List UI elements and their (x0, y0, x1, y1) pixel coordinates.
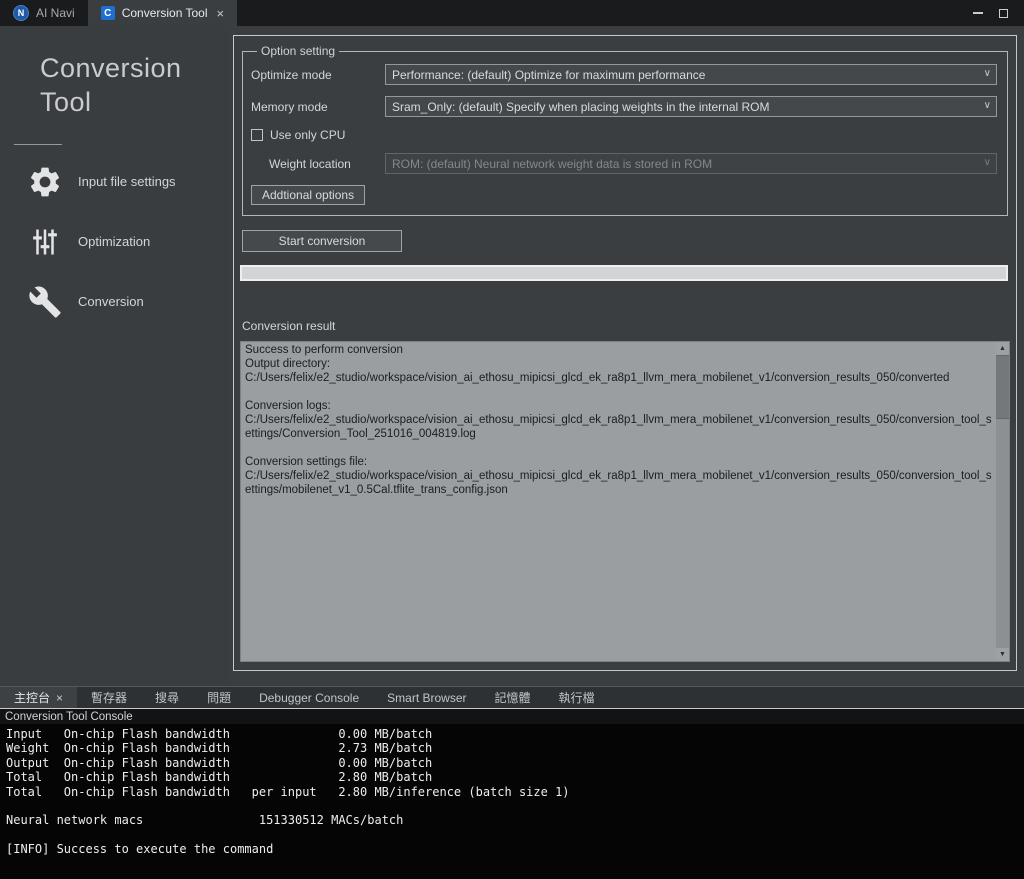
conversion-result-label: Conversion result (242, 319, 1010, 333)
chevron-down-icon: ∨ (984, 68, 991, 79)
console-title: Conversion Tool Console (0, 708, 1024, 724)
memory-mode-label: Memory mode (251, 100, 385, 114)
tab-ai-navi-label: AI Navi (36, 6, 75, 20)
memory-mode-value: Sram_Only: (default) Specify when placin… (392, 100, 770, 114)
gear-icon (24, 164, 66, 200)
weight-location-label: Weight location (251, 157, 385, 171)
use-only-cpu-row: Use only CPU (251, 128, 997, 142)
minimize-button[interactable] (973, 12, 983, 14)
console-tab-label: 問題 (207, 689, 231, 706)
wrench-icon (24, 285, 66, 319)
result-scrollbar[interactable]: ▲ ▼ (996, 342, 1009, 661)
additional-options-button[interactable]: Addtional options (251, 185, 365, 205)
console-tab-bar: 主控台 × 暫存器 搜尋 問題 Debugger Console Smart B… (0, 686, 1024, 708)
console-tab-label: 搜尋 (155, 689, 179, 706)
option-setting-group: Option setting Optimize mode Performance… (242, 44, 1008, 216)
optimize-mode-value: Performance: (default) Optimize for maxi… (392, 68, 705, 82)
console-tab-smart-browser[interactable]: Smart Browser (373, 687, 480, 708)
maximize-button[interactable] (999, 9, 1008, 18)
tab-conversion-tool[interactable]: C Conversion Tool × (88, 0, 237, 26)
optimize-mode-label: Optimize mode (251, 68, 385, 82)
scrollbar-track[interactable] (996, 419, 1009, 648)
chevron-down-icon: ∨ (984, 100, 991, 111)
body: Conversion Tool Input file settings Opti… (0, 26, 1024, 686)
use-only-cpu-checkbox[interactable] (251, 129, 263, 141)
conversion-tool-icon: C (101, 6, 115, 20)
sidebar-divider (14, 144, 62, 145)
console-tab-executables[interactable]: 執行檔 (545, 687, 609, 708)
progress-bar (240, 265, 1008, 281)
sidebar-item-label: Input file settings (78, 174, 176, 189)
tab-ai-navi[interactable]: N AI Navi (0, 0, 88, 26)
chevron-down-icon: ∨ (984, 157, 991, 168)
console-tab-search[interactable]: 搜尋 (141, 687, 193, 708)
window-controls (973, 0, 1024, 26)
start-conversion-button[interactable]: Start conversion (242, 230, 402, 252)
main-panel: Option setting Optimize mode Performance… (228, 26, 1024, 686)
tab-conversion-tool-label: Conversion Tool (122, 6, 208, 20)
option-setting-legend: Option setting (257, 44, 339, 58)
scrollbar-thumb[interactable] (996, 355, 1009, 419)
optimize-mode-select[interactable]: Performance: (default) Optimize for maxi… (385, 64, 997, 85)
console-output: Input On-chip Flash bandwidth 0.00 MB/ba… (0, 724, 1024, 879)
titlebar: N AI Navi C Conversion Tool × (0, 0, 1024, 26)
console-tab-label: 記憶體 (495, 689, 531, 706)
weight-location-select: ROM: (default) Neural network weight dat… (385, 153, 997, 174)
console-tab-problems[interactable]: 問題 (193, 687, 245, 708)
console-tab-label: Smart Browser (387, 691, 466, 705)
console-tab-label: 主控台 (14, 689, 50, 706)
console-tab-debugger-console[interactable]: Debugger Console (245, 687, 373, 708)
sidebar-item-optimization[interactable]: Optimization (0, 219, 228, 265)
app-window: N AI Navi C Conversion Tool × Conversion… (0, 0, 1024, 879)
scroll-up-icon[interactable]: ▲ (996, 342, 1009, 355)
close-icon[interactable]: × (56, 691, 63, 705)
main-content: Option setting Optimize mode Performance… (233, 35, 1017, 671)
console-tab-console[interactable]: 主控台 × (0, 687, 77, 708)
weight-location-value: ROM: (default) Neural network weight dat… (392, 157, 712, 171)
console-tab-label: 暫存器 (91, 689, 127, 706)
conversion-result-box: Success to perform conversion Output dir… (240, 341, 1010, 662)
ai-navi-icon: N (13, 5, 29, 21)
sidebar-item-label: Conversion (78, 294, 144, 309)
console-tab-registers[interactable]: 暫存器 (77, 687, 141, 708)
use-only-cpu-label: Use only CPU (270, 128, 345, 142)
sliders-icon (24, 227, 66, 257)
sidebar-item-input-file-settings[interactable]: Input file settings (0, 159, 228, 205)
conversion-result-text[interactable]: Success to perform conversion Output dir… (241, 342, 996, 661)
scroll-down-icon[interactable]: ▼ (996, 648, 1009, 661)
close-icon[interactable]: × (217, 6, 225, 21)
console-tab-memory[interactable]: 記憶體 (481, 687, 545, 708)
sidebar-nav: Input file settings Optimization Convers… (0, 159, 228, 325)
console-tab-label: 執行檔 (559, 689, 595, 706)
maximize-icon (999, 9, 1008, 18)
sidebar-item-conversion[interactable]: Conversion (0, 279, 228, 325)
minimize-icon (973, 12, 983, 14)
page-title: Conversion Tool (0, 26, 228, 120)
memory-mode-select[interactable]: Sram_Only: (default) Specify when placin… (385, 96, 997, 117)
console-tab-label: Debugger Console (259, 691, 359, 705)
sidebar: Conversion Tool Input file settings Opti… (0, 26, 228, 686)
sidebar-item-label: Optimization (78, 234, 150, 249)
